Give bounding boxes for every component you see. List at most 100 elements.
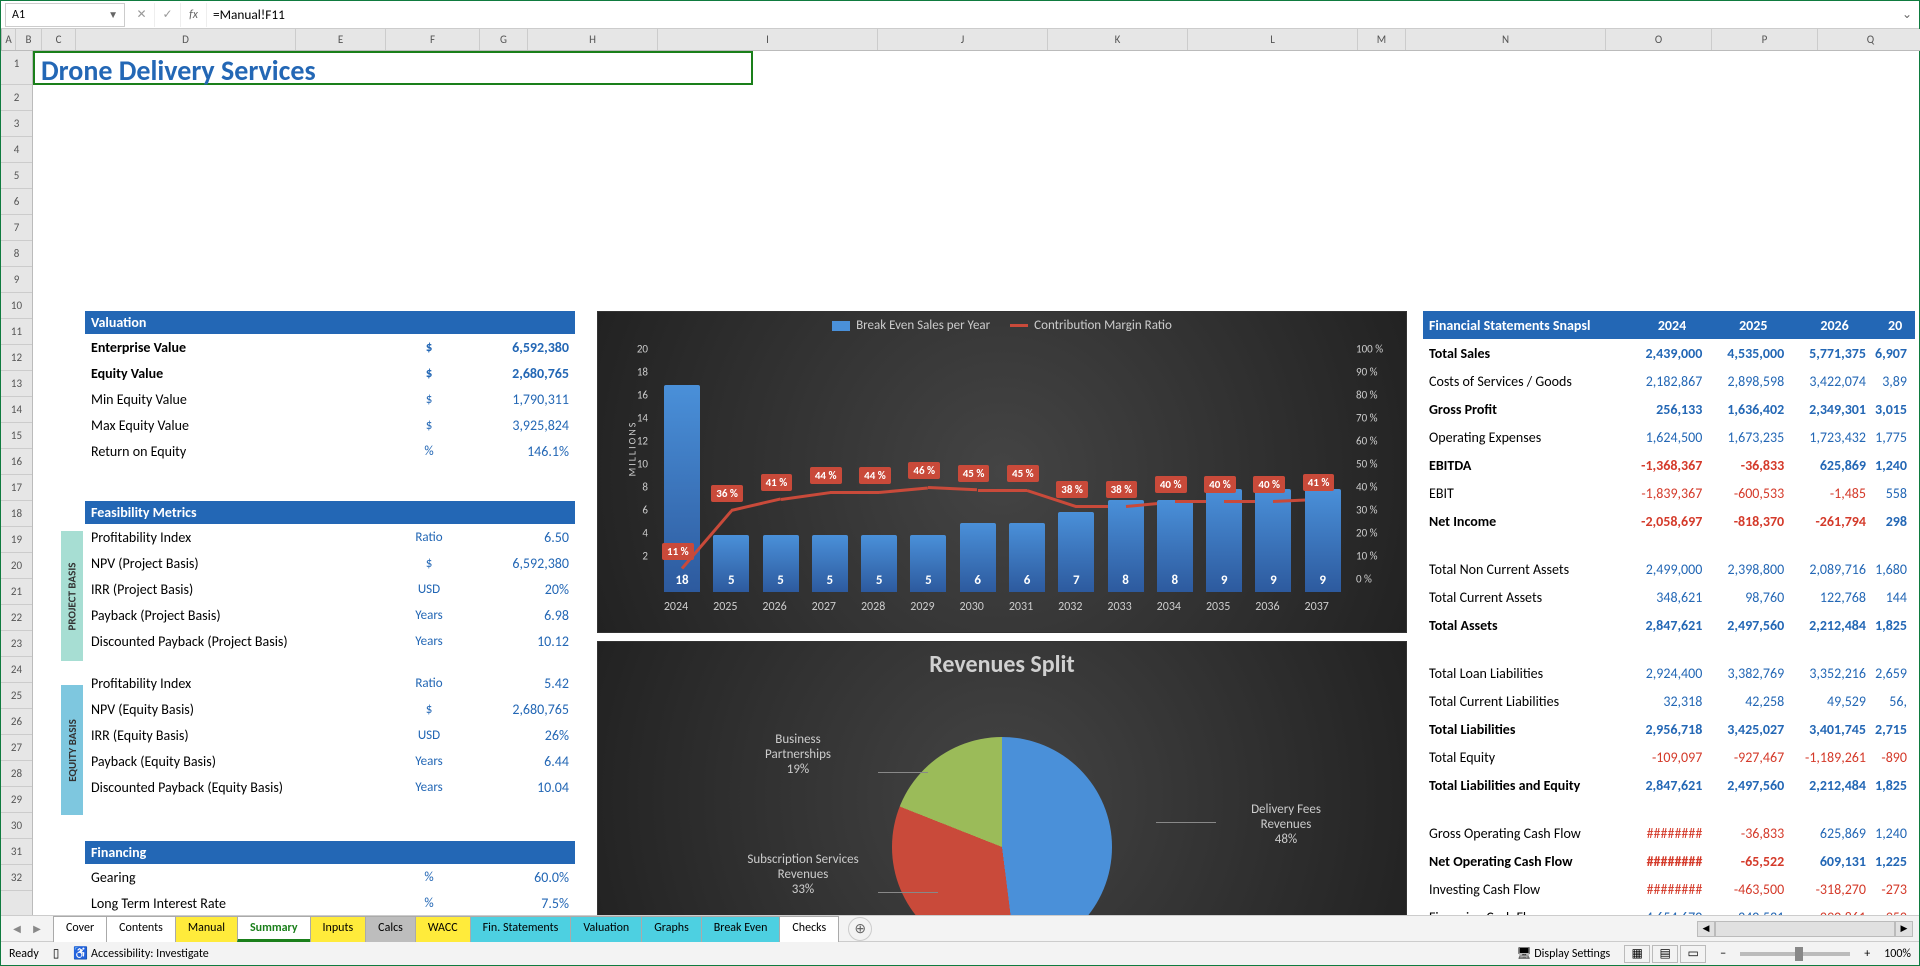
- tab-nav-next-icon[interactable]: ▶: [27, 919, 47, 939]
- row-header[interactable]: 5: [1, 163, 32, 189]
- x-tick: 2036: [1242, 600, 1292, 614]
- row-header[interactable]: 21: [1, 579, 32, 605]
- zoom-out-button[interactable]: −: [1720, 947, 1726, 961]
- row-header[interactable]: 12: [1, 345, 32, 371]
- column-header-B[interactable]: B: [16, 29, 42, 50]
- column-header-O[interactable]: O: [1606, 29, 1712, 50]
- zoom-slider[interactable]: [1740, 952, 1850, 956]
- row-header[interactable]: 1: [1, 51, 32, 85]
- tab-nav-prev-icon[interactable]: ◀: [7, 919, 27, 939]
- x-tick: 2035: [1193, 600, 1243, 614]
- model-status-2: Model Checks are OK: [37, 155, 178, 174]
- row-header[interactable]: 28: [1, 761, 32, 787]
- sheet-tab-inputs[interactable]: Inputs: [310, 916, 367, 942]
- chevron-down-icon[interactable]: ▼: [108, 8, 118, 21]
- sheet-tab-cover[interactable]: Cover: [53, 916, 107, 942]
- row-header[interactable]: 32: [1, 865, 32, 891]
- row-header[interactable]: 27: [1, 735, 32, 761]
- sheet-tab-wacc[interactable]: WACC: [415, 916, 471, 942]
- row-header[interactable]: 10: [1, 293, 32, 319]
- new-sheet-button[interactable]: ⊕: [848, 917, 872, 941]
- row-header[interactable]: 2: [1, 85, 32, 111]
- sheet-tab-valuation[interactable]: Valuation: [570, 916, 642, 942]
- financing-panel: Financing Gearing%60.0%Long Term Interes…: [85, 841, 575, 915]
- sheet-tab-manual[interactable]: Manual: [175, 916, 238, 942]
- row-header[interactable]: 4: [1, 137, 32, 163]
- hscroll-right-icon[interactable]: ▶: [1895, 921, 1913, 937]
- hscroll-track[interactable]: [1715, 921, 1895, 937]
- x-tick: 2033: [1095, 600, 1145, 614]
- row-header[interactable]: 24: [1, 657, 32, 683]
- row-header[interactable]: 16: [1, 449, 32, 475]
- column-header-L[interactable]: L: [1188, 29, 1358, 50]
- hscroll-left-icon[interactable]: ◀: [1697, 921, 1715, 937]
- fin-row: EBIT-1,839,367-600,533-1,485558: [1423, 479, 1915, 507]
- column-header-Q[interactable]: Q: [1818, 29, 1920, 50]
- formula-accept-icon[interactable]: ✓: [155, 3, 181, 27]
- cm-label: 45 %: [958, 465, 990, 482]
- row-header[interactable]: 17: [1, 475, 32, 501]
- row-header[interactable]: 18: [1, 501, 32, 527]
- grid-body[interactable]: Drone Delivery Services Summary The Mode…: [33, 51, 1919, 915]
- sheet-tab-summary[interactable]: Summary: [237, 916, 311, 942]
- row-header[interactable]: 11: [1, 319, 32, 345]
- formula-bar: A1 ▼ ✕ ✓ fx ⌄: [1, 1, 1919, 29]
- sheet-tab-contents[interactable]: Contents: [106, 916, 176, 942]
- formula-input[interactable]: [207, 3, 1895, 27]
- row-header[interactable]: 8: [1, 241, 32, 267]
- sheet-tab-graphs[interactable]: Graphs: [641, 916, 702, 942]
- fx-icon[interactable]: fx: [181, 3, 207, 27]
- row-header[interactable]: 19: [1, 527, 32, 553]
- row-header[interactable]: 25: [1, 683, 32, 709]
- column-header-P[interactable]: P: [1712, 29, 1818, 50]
- column-header-K[interactable]: K: [1048, 29, 1188, 50]
- row-header[interactable]: 26: [1, 709, 32, 735]
- column-header-F[interactable]: F: [386, 29, 480, 50]
- column-header-J[interactable]: J: [878, 29, 1048, 50]
- view-page-break-icon[interactable]: ▭: [1680, 945, 1706, 963]
- panel-row: NPV (Equity Basis)$2,680,765: [85, 696, 575, 722]
- row-header[interactable]: 9: [1, 267, 32, 293]
- column-header-M[interactable]: M: [1358, 29, 1406, 50]
- revenues-pie-chart: Revenues Split Delivery FeesRevenues48% …: [597, 641, 1407, 915]
- row-header[interactable]: 23: [1, 631, 32, 657]
- bar: 5: [812, 535, 848, 593]
- row-header[interactable]: 20: [1, 553, 32, 579]
- view-normal-icon[interactable]: ▦: [1624, 945, 1650, 963]
- column-header-D[interactable]: D: [76, 29, 296, 50]
- formula-expand-icon[interactable]: ⌄: [1895, 7, 1919, 22]
- row-header[interactable]: 3: [1, 111, 32, 137]
- row-header[interactable]: 13: [1, 371, 32, 397]
- column-header-H[interactable]: H: [528, 29, 658, 50]
- name-box[interactable]: A1 ▼: [5, 3, 125, 27]
- macro-record-icon[interactable]: ▯: [53, 946, 60, 961]
- column-header-N[interactable]: N: [1406, 29, 1606, 50]
- sheet-tab-break-even[interactable]: Break Even: [701, 916, 781, 942]
- row-header[interactable]: 22: [1, 605, 32, 631]
- zoom-in-button[interactable]: +: [1864, 947, 1870, 961]
- zoom-level[interactable]: 100%: [1884, 947, 1911, 961]
- column-header-C[interactable]: C: [42, 29, 76, 50]
- row-header[interactable]: 14: [1, 397, 32, 423]
- column-header-A[interactable]: A: [2, 29, 16, 50]
- sheet-tab-checks[interactable]: Checks: [779, 916, 839, 942]
- row-headers: 1234567891011121314151617181920212223242…: [1, 51, 33, 915]
- x-tick: 2030: [947, 600, 997, 614]
- display-settings-button[interactable]: 🖥 Display Settings: [1516, 946, 1610, 961]
- view-page-layout-icon[interactable]: ▤: [1652, 945, 1678, 963]
- sheet-tab-calcs[interactable]: Calcs: [365, 916, 416, 942]
- row-header[interactable]: 7: [1, 215, 32, 241]
- row-header[interactable]: 15: [1, 423, 32, 449]
- column-header-G[interactable]: G: [480, 29, 528, 50]
- row-header[interactable]: 30: [1, 813, 32, 839]
- cm-label: 41 %: [761, 474, 793, 491]
- row-header[interactable]: 29: [1, 787, 32, 813]
- row-header[interactable]: 31: [1, 839, 32, 865]
- accessibility-status[interactable]: ♿ Accessibility: Investigate: [73, 946, 208, 961]
- horizontal-scrollbar[interactable]: ◀ ▶: [1697, 921, 1913, 937]
- column-header-E[interactable]: E: [296, 29, 386, 50]
- sheet-tab-fin-statements[interactable]: Fin. Statements: [470, 916, 572, 942]
- formula-cancel-icon[interactable]: ✕: [129, 3, 155, 27]
- column-header-I[interactable]: I: [658, 29, 878, 50]
- row-header[interactable]: 6: [1, 189, 32, 215]
